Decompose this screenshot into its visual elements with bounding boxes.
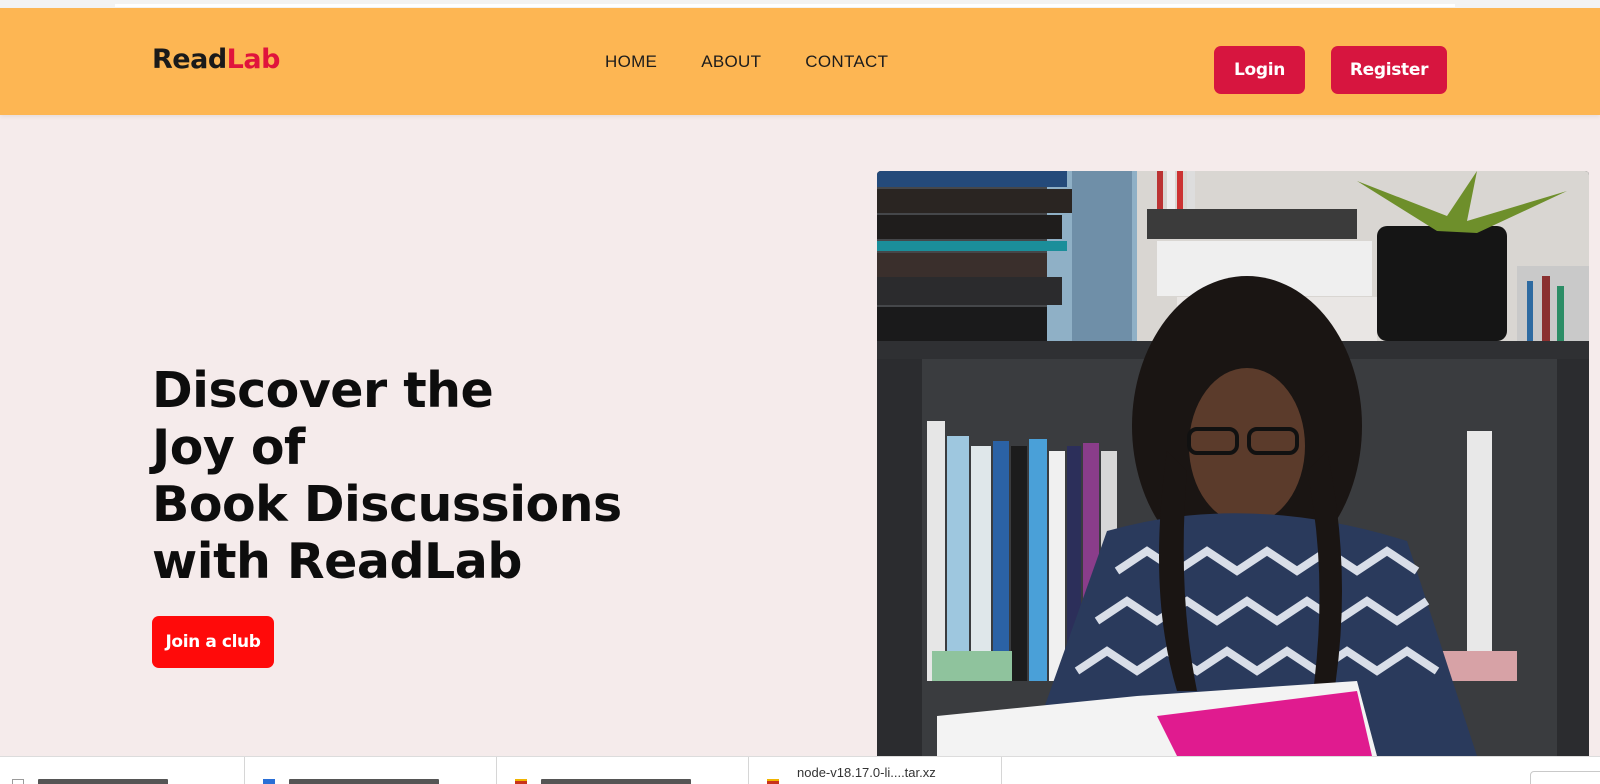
archive-icon [515,779,527,784]
brand-logo[interactable]: ReadLab [152,44,280,75]
hero-title-line: Joy of [152,419,305,476]
browser-top-strip [0,0,1600,8]
navbar: ReadLab HOME ABOUT CONTACT Login Registe… [0,8,1600,115]
hero-title-line: Book Discussions [152,476,622,533]
main-nav: HOME ABOUT CONTACT [605,52,932,72]
nav-contact[interactable]: CONTACT [805,52,888,72]
download-item[interactable]: node-v18.17.0-li....tar.xz [749,757,1002,784]
hero-photo [877,171,1589,756]
register-button[interactable]: Register [1331,46,1447,94]
download-item[interactable] [497,757,749,784]
archive-icon [767,779,779,784]
download-item[interactable] [0,757,245,784]
hero-title-line: with ReadLab [152,533,522,590]
download-item[interactable] [245,757,497,784]
download-name-truncated [289,779,439,784]
download-filename: node-v18.17.0-li....tar.xz [797,765,936,780]
download-name-truncated [541,779,691,784]
installer-icon [263,779,275,784]
login-button[interactable]: Login [1214,46,1305,94]
join-club-button[interactable]: Join a club [152,616,274,668]
hero-title: Discover the Joy of Book Discussions wit… [152,362,622,590]
nav-home[interactable]: HOME [605,52,657,72]
nav-about[interactable]: ABOUT [701,52,761,72]
hero-title-line: Discover the [152,362,494,419]
brand-logo-read: Read [152,44,227,75]
show-all-downloads-button[interactable] [1530,771,1600,784]
file-icon [12,779,24,784]
downloads-bar: node-v18.17.0-li....tar.xz [0,756,1600,784]
brand-logo-lab: Lab [226,44,281,75]
download-name-truncated [38,779,168,784]
